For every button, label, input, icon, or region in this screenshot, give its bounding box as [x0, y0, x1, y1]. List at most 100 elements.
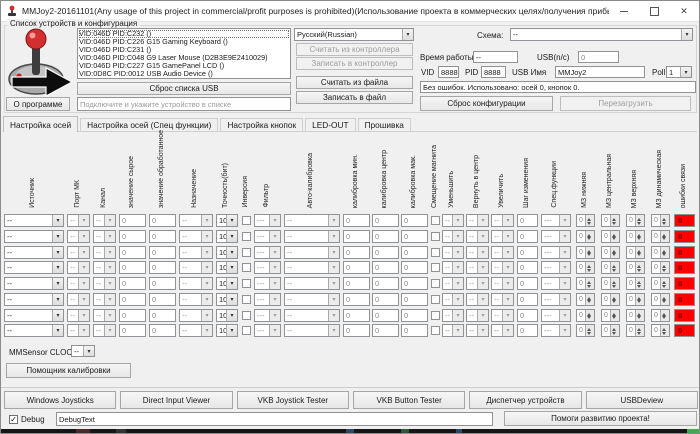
precision-dropdown[interactable]: 10▾	[216, 324, 238, 337]
pid-label: PID	[465, 68, 478, 77]
assign-dropdown: --▾	[179, 261, 213, 274]
precision-value: 10	[217, 294, 226, 305]
chevron-down-icon: ▾	[52, 215, 63, 226]
precision-dropdown[interactable]: 10▾	[216, 293, 238, 306]
device-list-item[interactable]: VID:046D PID:C048 G9 Laser Mouse (D2B3E9…	[79, 54, 289, 62]
device-list-item[interactable]: VID:046D PID:C232 ()	[79, 30, 289, 38]
source-dropdown[interactable]: --▾	[4, 309, 64, 322]
chevron-down-icon: ▾	[52, 247, 63, 258]
calibration-helper-button[interactable]: Помощник калибровки	[6, 363, 131, 378]
decrease-dropdown: --▾	[442, 261, 464, 274]
vid-field[interactable]: 8888	[438, 66, 459, 78]
magnet-checkbox[interactable]	[431, 311, 440, 320]
tab-3[interactable]: LED-OUT	[305, 118, 355, 131]
source-dropdown[interactable]: --▾	[4, 293, 64, 306]
decrease-value: --	[443, 325, 452, 336]
tab-0[interactable]: Настройка осей	[3, 116, 78, 132]
precision-dropdown[interactable]: 10▾	[216, 309, 238, 322]
processed-field: 0	[149, 261, 176, 274]
source-dropdown[interactable]: --▾	[4, 214, 64, 227]
magnet-checkbox[interactable]	[431, 263, 440, 272]
precision-dropdown[interactable]: 10▾	[216, 246, 238, 259]
spinner-arrows-icon	[610, 278, 619, 289]
device-list-item[interactable]: VID:046D PID:C231 ()	[79, 46, 289, 54]
invert-checkbox[interactable]	[242, 248, 251, 257]
source-dropdown[interactable]: --▾	[4, 246, 64, 259]
precision-dropdown[interactable]: 10▾	[216, 277, 238, 290]
maximize-button[interactable]	[639, 1, 669, 21]
magnet-checkbox[interactable]	[431, 279, 440, 288]
magnet-checkbox[interactable]	[431, 216, 440, 225]
tab-1[interactable]: Настройка осей (Спец функции)	[80, 118, 218, 131]
magnet-checkbox[interactable]	[431, 232, 440, 241]
magnet-checkbox[interactable]	[431, 248, 440, 257]
invert-checkbox[interactable]	[242, 326, 251, 335]
about-button[interactable]: О программе	[6, 97, 70, 111]
invert-checkbox[interactable]	[242, 263, 251, 272]
spinner-arrows-icon	[585, 262, 594, 273]
debug-text-field[interactable]: DebugText	[56, 412, 493, 426]
toolbar-button[interactable]: Диспетчер устройств	[469, 391, 581, 409]
channel-dropdown: --▾	[93, 230, 116, 243]
tab-2[interactable]: Настройка кнопок	[220, 118, 303, 131]
source-dropdown[interactable]: --▾	[4, 261, 64, 274]
tab-4[interactable]: Прошивка	[358, 118, 411, 131]
device-list-item[interactable]: VID:0D8C PID:0012 USB Audio Device ()	[79, 70, 289, 78]
step-field: 0	[517, 309, 538, 322]
invert-checkbox[interactable]	[242, 232, 251, 241]
mz_low-value: 0	[577, 278, 585, 289]
precision-dropdown[interactable]: 10▾	[216, 230, 238, 243]
source-dropdown[interactable]: --▾	[4, 230, 64, 243]
column-header-magnet: Смещение магнита	[431, 145, 438, 208]
source-dropdown[interactable]: --▾	[4, 324, 64, 337]
calib_center-field: 0	[372, 324, 399, 337]
reboot-button: Перезагрузить	[560, 96, 691, 111]
language-dropdown[interactable]: Русский(Russian) ▾	[294, 28, 414, 41]
precision-dropdown[interactable]: 10▾	[216, 261, 238, 274]
filter-value: ---	[255, 231, 269, 242]
read-from-file-button[interactable]: Считать из файла	[296, 76, 413, 89]
reset-usb-list-button[interactable]: Сброс списка USB	[77, 82, 291, 95]
source-dropdown[interactable]: --▾	[4, 277, 64, 290]
magnet-checkbox[interactable]	[431, 326, 440, 335]
donate-button[interactable]: Помоги развитию проекта!	[504, 411, 697, 426]
center-value: --	[467, 262, 477, 273]
chevron-down-icon: ▾	[104, 325, 115, 336]
device-list-item[interactable]: VID:046D PID:C226 G15 Gaming Keyboard ()	[79, 38, 289, 46]
toolbar-button[interactable]: USBDeview	[586, 391, 698, 409]
center-value: --	[467, 294, 477, 305]
invert-checkbox[interactable]	[242, 295, 251, 304]
toolbar-button[interactable]: VKB Joystick Tester	[237, 391, 349, 409]
column-header-raw: значение сырое	[128, 156, 135, 208]
toolbar-button[interactable]: Windows Joysticks	[4, 391, 116, 409]
toolbar-button[interactable]: Direct Input Viewer	[120, 391, 232, 409]
mz_low-value: 0	[577, 325, 585, 336]
usb-name-field[interactable]: MMJoy2	[555, 66, 645, 78]
invert-checkbox[interactable]	[242, 216, 251, 225]
pid-field[interactable]: 8888	[481, 66, 506, 78]
invert-checkbox[interactable]	[242, 311, 251, 320]
device-list-item[interactable]: VID:046D PID:C227 G15 GamePanel LCD ()	[79, 62, 289, 70]
minimize-button[interactable]	[609, 1, 639, 21]
mmsensor-clock-dropdown[interactable]: -- ▾	[71, 345, 95, 357]
close-button[interactable]: ✕	[669, 1, 699, 21]
mz_center-value: 0	[602, 231, 610, 242]
write-to-file-button[interactable]: Записать в файл	[296, 91, 413, 104]
device-hint-field[interactable]: Подключите и укажите устройство в списке	[77, 97, 291, 111]
reset-config-button[interactable]: Сброс конфигурации	[420, 96, 553, 111]
precision-value: 10	[217, 310, 226, 321]
magnet-checkbox[interactable]	[431, 295, 440, 304]
poll-dropdown[interactable]: 1 ▾	[666, 66, 692, 78]
invert-checkbox[interactable]	[242, 279, 251, 288]
precision-dropdown[interactable]: 10▾	[216, 214, 238, 227]
toolbar-button[interactable]: VKB Button Tester	[353, 391, 465, 409]
chevron-down-icon: ▾	[681, 29, 692, 40]
port-value: --	[68, 294, 78, 305]
filter-dropdown: ---▾	[254, 293, 281, 306]
poll-label: Poll	[652, 68, 665, 77]
close-icon: ✕	[680, 7, 688, 16]
device-list[interactable]: VID:046D PID:C232 ()VID:046D PID:C226 G1…	[77, 28, 291, 79]
debug-label: Debug	[21, 415, 45, 424]
debug-checkbox[interactable]: ✓	[9, 415, 18, 424]
scheme-dropdown[interactable]: -- ▾	[510, 28, 693, 41]
